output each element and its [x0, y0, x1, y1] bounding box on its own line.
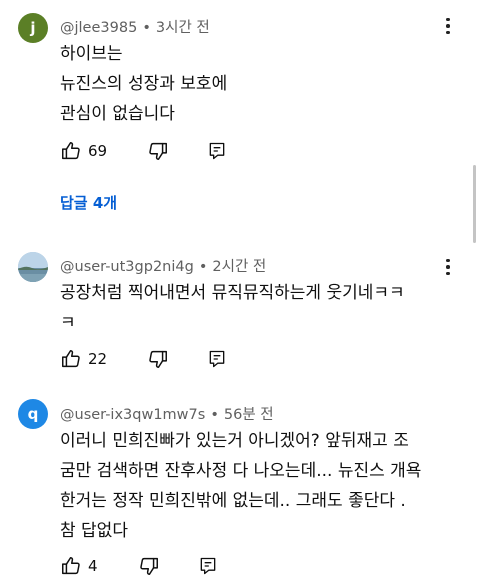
thumbs-down-icon: [149, 350, 168, 368]
comment-text: 하이브는 뉴진스의 성장과 보호에 관심이 없습니다: [60, 39, 460, 129]
avatar[interactable]: j: [18, 13, 48, 43]
more-vert-icon[interactable]: [438, 257, 458, 277]
comment-line: 공장처럼 찍어내면서 뮤직뮤직하는게 웃기네ㅋㅋ: [60, 283, 405, 303]
comment-line: ㅋ: [60, 313, 76, 333]
reply-icon: [209, 142, 225, 160]
avatar[interactable]: [18, 252, 48, 282]
reply-icon: [209, 350, 225, 368]
like-button[interactable]: 69: [60, 140, 107, 162]
reply-button[interactable]: [207, 141, 227, 161]
comment-text: 공장처럼 찍어내면서 뮤직뮤직하는게 웃기네ㅋㅋ ㅋ: [60, 278, 460, 338]
comment-meta: @jlee3985 • 3시간 전: [60, 16, 210, 37]
comment-line: 이러니 민희진빠가 있는거 아니겠어? 앞뒤재고 조: [60, 431, 409, 451]
timestamp[interactable]: 56분 전: [224, 407, 274, 423]
thumbs-down-icon: [139, 557, 158, 575]
scrollbar[interactable]: [473, 165, 476, 243]
more-vert-icon[interactable]: [438, 16, 458, 36]
landscape-photo-icon: [18, 252, 48, 282]
comment-actions: 22: [60, 347, 227, 371]
comment-line: 굼만 검색하면 잔후사정 다 나오는데... 뉴진스 개욕: [60, 461, 422, 481]
comment-line: 한거는 정작 민희진밖에 없는데.. 그래도 좋단다 .: [60, 491, 406, 511]
thumbs-up-icon: [62, 350, 80, 368]
separator-dot: •: [198, 259, 208, 275]
reply-button[interactable]: [198, 556, 218, 576]
comment-actions: 4: [60, 554, 218, 578]
separator-dot: •: [210, 407, 219, 423]
avatar[interactable]: q: [18, 399, 48, 429]
comment-line: 하이브는: [60, 44, 123, 64]
like-button[interactable]: 22: [60, 348, 107, 370]
comment-meta: @user-ut3gp2ni4g • 2시간 전: [60, 255, 266, 276]
like-count: 69: [88, 142, 108, 160]
comment-line: 참 답없다: [60, 521, 128, 541]
like-count: 22: [88, 350, 108, 368]
username[interactable]: @user-ix3qw1mw7s: [60, 407, 205, 423]
dislike-button[interactable]: [147, 348, 169, 370]
view-replies-button[interactable]: 답글 4개: [60, 192, 117, 213]
avatar-letter: q: [27, 405, 39, 423]
comment-line: 관심이 없습니다: [60, 104, 175, 124]
like-button[interactable]: 4: [60, 555, 98, 577]
reply-button[interactable]: [207, 349, 227, 369]
timestamp[interactable]: 2시간 전: [212, 259, 266, 275]
reply-icon: [200, 557, 215, 575]
username[interactable]: @jlee3985: [60, 20, 137, 36]
timestamp[interactable]: 3시간 전: [156, 20, 210, 36]
comment-actions: 69: [60, 139, 227, 163]
avatar-letter: j: [30, 19, 36, 37]
username[interactable]: @user-ut3gp2ni4g: [60, 259, 194, 275]
comment-line: 뉴진스의 성장과 보호에: [60, 74, 228, 94]
dislike-button[interactable]: [147, 140, 169, 162]
dislike-button[interactable]: [138, 555, 160, 577]
like-count: 4: [88, 557, 98, 575]
comment-text: 이러니 민희진빠가 있는거 아니겠어? 앞뒤재고 조 굼만 검색하면 잔후사정 …: [60, 426, 460, 546]
thumbs-down-icon: [149, 142, 168, 160]
comment-meta: @user-ix3qw1mw7s • 56분 전: [60, 403, 274, 424]
separator-dot: •: [142, 20, 151, 36]
thumbs-up-icon: [62, 142, 80, 160]
thumbs-up-icon: [62, 557, 80, 575]
